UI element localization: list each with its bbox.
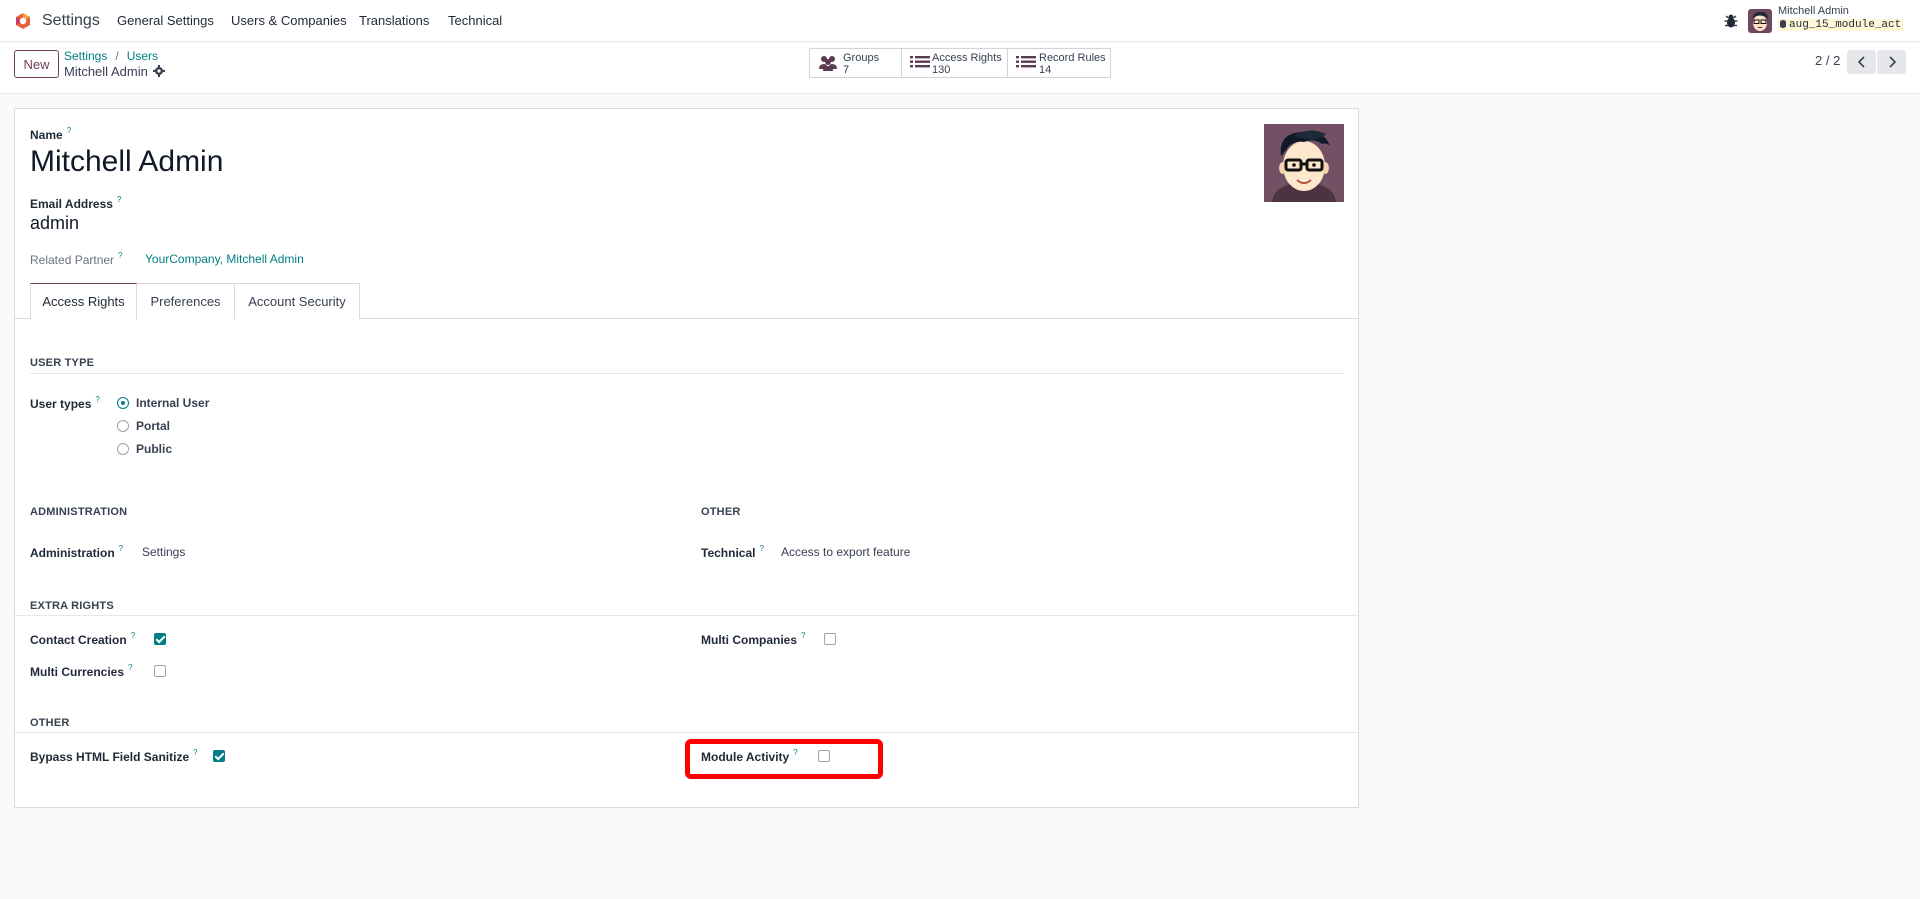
chevron-left-icon <box>1857 56 1865 68</box>
radio-internal-user[interactable] <box>117 397 129 409</box>
multi-companies-checkbox[interactable] <box>824 633 836 645</box>
section-other-top: OTHER <box>701 506 741 518</box>
groups-count: 7 <box>843 64 850 76</box>
user-photo[interactable] <box>1264 124 1344 202</box>
section-extra-rights: EXTRA RIGHTS <box>30 600 114 612</box>
radio-portal[interactable] <box>117 420 129 432</box>
control-panel: New Settings / Users Mitchell Admin Groups… <box>0 43 1920 94</box>
record-rules-title: Record Rules <box>1039 52 1106 64</box>
app-title[interactable]: Settings <box>42 12 100 30</box>
related-partner-label: Related Partner? <box>30 251 123 267</box>
user-name[interactable]: Mitchell Admin <box>1778 5 1849 17</box>
administration-label: Administration? <box>30 544 124 560</box>
access-rights-smart-button[interactable]: Access Rights 130 <box>901 48 1008 78</box>
breadcrumb: Settings / Users <box>64 49 159 63</box>
pager-previous-button[interactable] <box>1847 50 1876 74</box>
top-navbar: Settings General Settings Users & Compan… <box>0 0 1920 42</box>
breadcrumb-current: Mitchell Admin <box>64 64 165 79</box>
radio-public[interactable] <box>117 443 129 455</box>
bypass-html-checkbox[interactable] <box>213 750 225 762</box>
technical-select[interactable]: Access to export feature <box>781 545 910 559</box>
email-field[interactable]: admin <box>30 213 79 234</box>
menu-users-companies[interactable]: Users & Companies <box>231 13 347 28</box>
radio-internal-user-label[interactable]: Internal User <box>136 396 209 410</box>
breadcrumb-settings[interactable]: Settings <box>64 49 107 63</box>
groups-title: Groups <box>843 52 880 64</box>
section-user-type: USER TYPE <box>30 357 95 369</box>
debug-bug-icon[interactable] <box>1723 13 1739 29</box>
user-types-label: User types? <box>30 395 100 411</box>
multi-companies-label: Multi Companies? <box>701 631 806 647</box>
module-activity-checkbox[interactable] <box>818 750 830 762</box>
list-icon <box>910 56 930 68</box>
list-icon <box>1016 56 1036 68</box>
gear-icon[interactable] <box>152 65 165 77</box>
multi-currencies-label: Multi Currencies? <box>30 663 133 679</box>
technical-label: Technical? <box>701 544 764 560</box>
tab-access-rights[interactable]: Access Rights <box>30 283 137 320</box>
groups-smart-button[interactable]: Groups 7 <box>809 48 902 78</box>
new-button[interactable]: New <box>14 50 59 78</box>
section-administration: ADMINISTRATION <box>30 506 128 518</box>
tab-preferences[interactable]: Preferences <box>136 283 235 319</box>
radio-public-label[interactable]: Public <box>136 442 172 456</box>
form-sheet: Name? Mitchell Admin Email Address? admi… <box>14 108 1359 808</box>
odoo-logo-icon[interactable] <box>14 12 32 30</box>
contact-creation-label: Contact Creation? <box>30 631 136 647</box>
access-rights-title: Access Rights <box>932 52 1002 64</box>
multi-currencies-checkbox[interactable] <box>154 665 166 677</box>
radio-portal-label[interactable]: Portal <box>136 419 170 433</box>
users-icon <box>819 56 837 71</box>
breadcrumb-users[interactable]: Users <box>127 49 158 63</box>
user-avatar[interactable] <box>1748 9 1772 33</box>
current-record-name: Mitchell Admin <box>64 64 148 79</box>
tab-account-security[interactable]: Account Security <box>234 283 360 319</box>
menu-technical[interactable]: Technical <box>448 13 502 28</box>
menu-general-settings[interactable]: General Settings <box>117 13 214 28</box>
contact-creation-checkbox[interactable] <box>154 633 166 645</box>
record-rules-count: 14 <box>1039 64 1052 76</box>
pager-value[interactable]: 2 / 2 <box>1815 53 1840 68</box>
chevron-right-icon <box>1888 56 1896 68</box>
pager-next-button[interactable] <box>1877 50 1906 74</box>
name-field[interactable]: Mitchell Admin <box>30 145 223 179</box>
section-other-bottom: OTHER <box>30 717 70 729</box>
bypass-html-label: Bypass HTML Field Sanitize? <box>30 748 198 764</box>
database-badge: aug_15_module_act <box>1778 19 1904 31</box>
related-partner-link[interactable]: YourCompany, Mitchell Admin <box>145 252 304 266</box>
database-name: aug_15_module_act <box>1789 19 1902 31</box>
access-rights-count: 130 <box>932 64 951 76</box>
email-label: Email Address? <box>30 195 122 211</box>
module-activity-label: Module Activity? <box>701 748 798 764</box>
record-rules-smart-button[interactable]: Record Rules 14 <box>1007 48 1111 78</box>
menu-translations[interactable]: Translations <box>359 13 429 28</box>
name-label: Name? <box>30 126 72 142</box>
administration-select[interactable]: Settings <box>142 545 185 559</box>
database-icon <box>1780 20 1786 28</box>
